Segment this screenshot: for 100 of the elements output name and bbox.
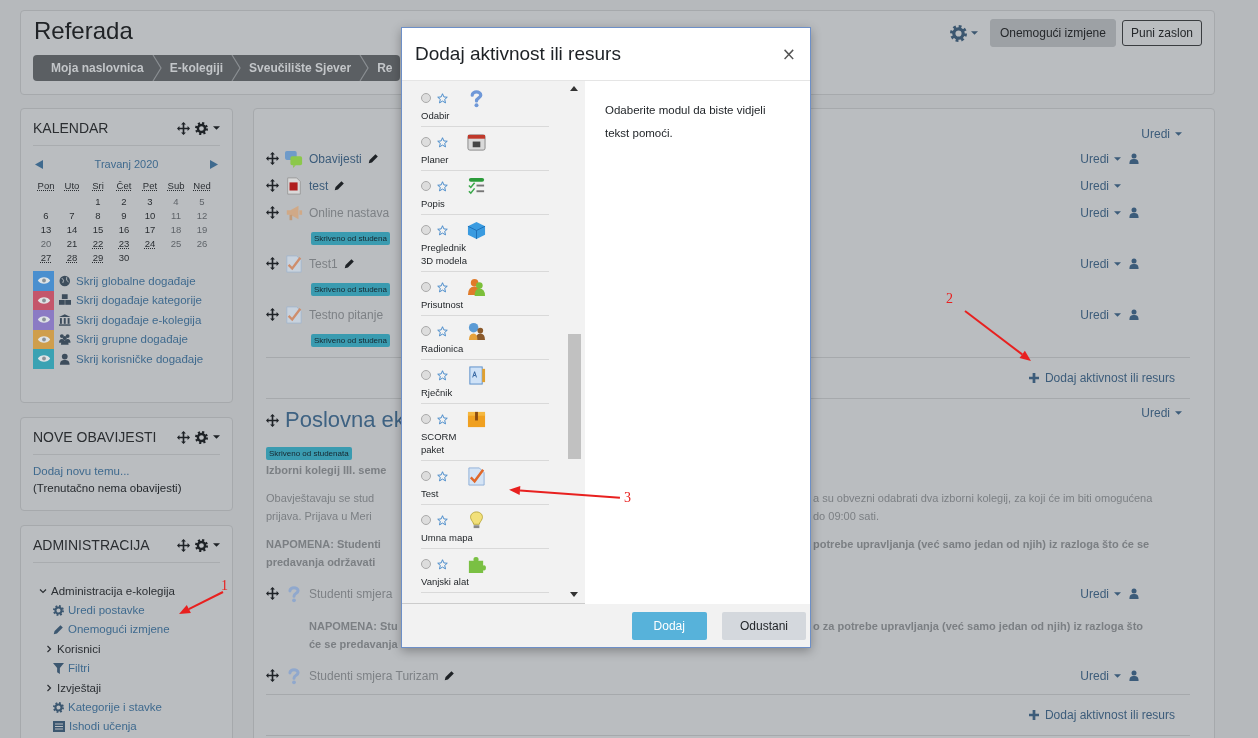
pencil-icon[interactable] — [367, 153, 379, 164]
radio-button[interactable] — [421, 137, 431, 147]
module-label[interactable]: Rječnik — [421, 386, 453, 399]
radio-button[interactable] — [421, 471, 431, 481]
star-icon[interactable] — [437, 470, 448, 482]
radio-button[interactable] — [421, 559, 431, 569]
pencil-icon[interactable] — [334, 180, 346, 191]
radio-button[interactable] — [421, 326, 431, 336]
module-label[interactable]: Odabir — [421, 109, 450, 122]
move-icon[interactable] — [177, 121, 190, 135]
radio-button[interactable] — [421, 414, 431, 424]
event-filter-link[interactable]: Skrij događaje kategorije — [76, 294, 202, 307]
tree-item[interactable]: Ishodi učenja — [69, 720, 137, 733]
move-icon[interactable] — [266, 179, 279, 192]
module-label[interactable]: Popis — [421, 197, 445, 210]
star-icon[interactable] — [437, 224, 448, 236]
chevron-right-icon[interactable] — [45, 683, 53, 692]
star-icon[interactable] — [437, 558, 448, 570]
move-icon[interactable] — [177, 430, 190, 444]
module-label[interactable]: Preglednik 3D modela — [421, 241, 467, 267]
gear-icon[interactable] — [53, 701, 64, 713]
module-label[interactable]: Planer — [421, 153, 449, 166]
event-filter-link[interactable]: Skrij korisničke događaje — [76, 352, 204, 365]
module-label[interactable]: SCORM paket — [421, 430, 457, 456]
cancel-button[interactable]: Odustani — [721, 611, 806, 640]
edit-menu[interactable]: Uredi — [1141, 127, 1182, 141]
edit-menu[interactable]: Uredi — [1141, 406, 1182, 420]
activity-link[interactable]: Studenti smjera — [309, 586, 393, 601]
star-icon[interactable] — [437, 325, 448, 337]
move-icon[interactable] — [266, 152, 279, 165]
move-icon[interactable] — [266, 587, 279, 600]
edit-menu[interactable]: Uredi — [1080, 205, 1121, 220]
tree-item[interactable]: Kategorije i stavke — [68, 701, 162, 714]
month-title[interactable]: Travanj 2020 — [94, 158, 159, 170]
star-icon[interactable] — [437, 369, 448, 381]
edit-menu[interactable]: Uredi — [1080, 668, 1121, 683]
tree-item[interactable]: Filtri — [68, 662, 90, 675]
add-button[interactable]: Dodaj — [631, 611, 707, 640]
pencil-icon[interactable] — [444, 670, 456, 681]
visibility-toggle[interactable] — [33, 310, 54, 330]
module-label[interactable]: Radionica — [421, 342, 464, 355]
pencil-icon[interactable] — [343, 258, 355, 269]
radio-button[interactable] — [421, 225, 431, 235]
chevron-right-icon[interactable] — [45, 644, 53, 653]
module-label[interactable]: Umna mapa — [421, 531, 473, 544]
event-filter-link[interactable]: Skrij grupne događaje — [76, 333, 188, 346]
gear-icon[interactable] — [195, 121, 208, 135]
edit-mode-button[interactable]: Onemogući izmjene — [989, 19, 1116, 47]
tree-item[interactable]: Uredi postavke — [68, 604, 145, 617]
gear-icon[interactable] — [53, 604, 64, 616]
star-icon[interactable] — [437, 92, 448, 104]
chevron-down-icon[interactable] — [39, 586, 47, 595]
star-icon[interactable] — [437, 180, 448, 192]
scroll-up-icon[interactable] — [570, 86, 578, 91]
star-icon[interactable] — [437, 413, 448, 425]
previous-month-icon[interactable] — [35, 159, 43, 169]
calendar-day[interactable]: 29 — [92, 251, 104, 264]
edit-menu[interactable]: Uredi — [1080, 151, 1121, 166]
move-icon[interactable] — [177, 538, 190, 552]
radio-button[interactable] — [421, 370, 431, 380]
calendar-day[interactable]: 22 — [92, 237, 104, 250]
star-icon[interactable] — [437, 136, 448, 148]
breadcrumb-link[interactable]: Re — [369, 61, 400, 75]
breadcrumb-link[interactable]: Moja naslovnica — [43, 61, 152, 75]
activity-link[interactable]: Testno pitanje — [309, 307, 384, 322]
activity-link[interactable]: Test1 — [309, 256, 338, 271]
activity-link[interactable]: Obavijesti — [309, 151, 362, 166]
activity-link[interactable]: test — [309, 178, 329, 193]
move-icon[interactable] — [266, 669, 279, 682]
visibility-toggle[interactable] — [33, 271, 54, 291]
breadcrumb-link[interactable]: E-kolegiji — [161, 61, 232, 75]
edit-menu[interactable]: Uredi — [1080, 178, 1121, 193]
edit-menu[interactable]: Uredi — [1080, 586, 1121, 601]
event-filter-link[interactable]: Skrij događaje e-kolegija — [76, 313, 202, 326]
edit-menu[interactable]: Uredi — [1080, 256, 1121, 271]
star-icon[interactable] — [437, 281, 448, 293]
move-icon[interactable] — [266, 308, 279, 321]
add-activity-link[interactable]: Dodaj aktivnost ili resurs — [1028, 371, 1175, 385]
visibility-toggle[interactable] — [33, 349, 54, 369]
star-icon[interactable] — [437, 514, 448, 526]
edit-menu[interactable]: Uredi — [1080, 307, 1121, 322]
scrollbar-thumb[interactable] — [567, 334, 581, 459]
radio-button[interactable] — [421, 181, 431, 191]
calendar-day[interactable]: 23 — [118, 237, 130, 250]
close-button[interactable]: × — [779, 44, 798, 64]
gear-icon[interactable] — [195, 538, 208, 552]
calendar-day[interactable]: 24 — [144, 237, 156, 250]
radio-button[interactable] — [421, 282, 431, 292]
module-label[interactable]: Test — [421, 487, 439, 500]
gear-icon[interactable] — [195, 430, 208, 444]
move-icon[interactable] — [266, 257, 279, 270]
activity-link[interactable]: Online nastava — [309, 205, 390, 220]
next-month-icon[interactable] — [210, 159, 218, 169]
activity-link[interactable]: Studenti smjera Turizam — [309, 668, 439, 683]
move-icon[interactable] — [266, 206, 279, 219]
calendar-day[interactable]: 28 — [66, 251, 78, 264]
move-icon[interactable] — [266, 413, 279, 427]
tree-item[interactable]: Izvještaji — [57, 681, 102, 694]
event-filter-link[interactable]: Skrij globalne događaje — [76, 274, 196, 287]
radio-button[interactable] — [421, 93, 431, 103]
